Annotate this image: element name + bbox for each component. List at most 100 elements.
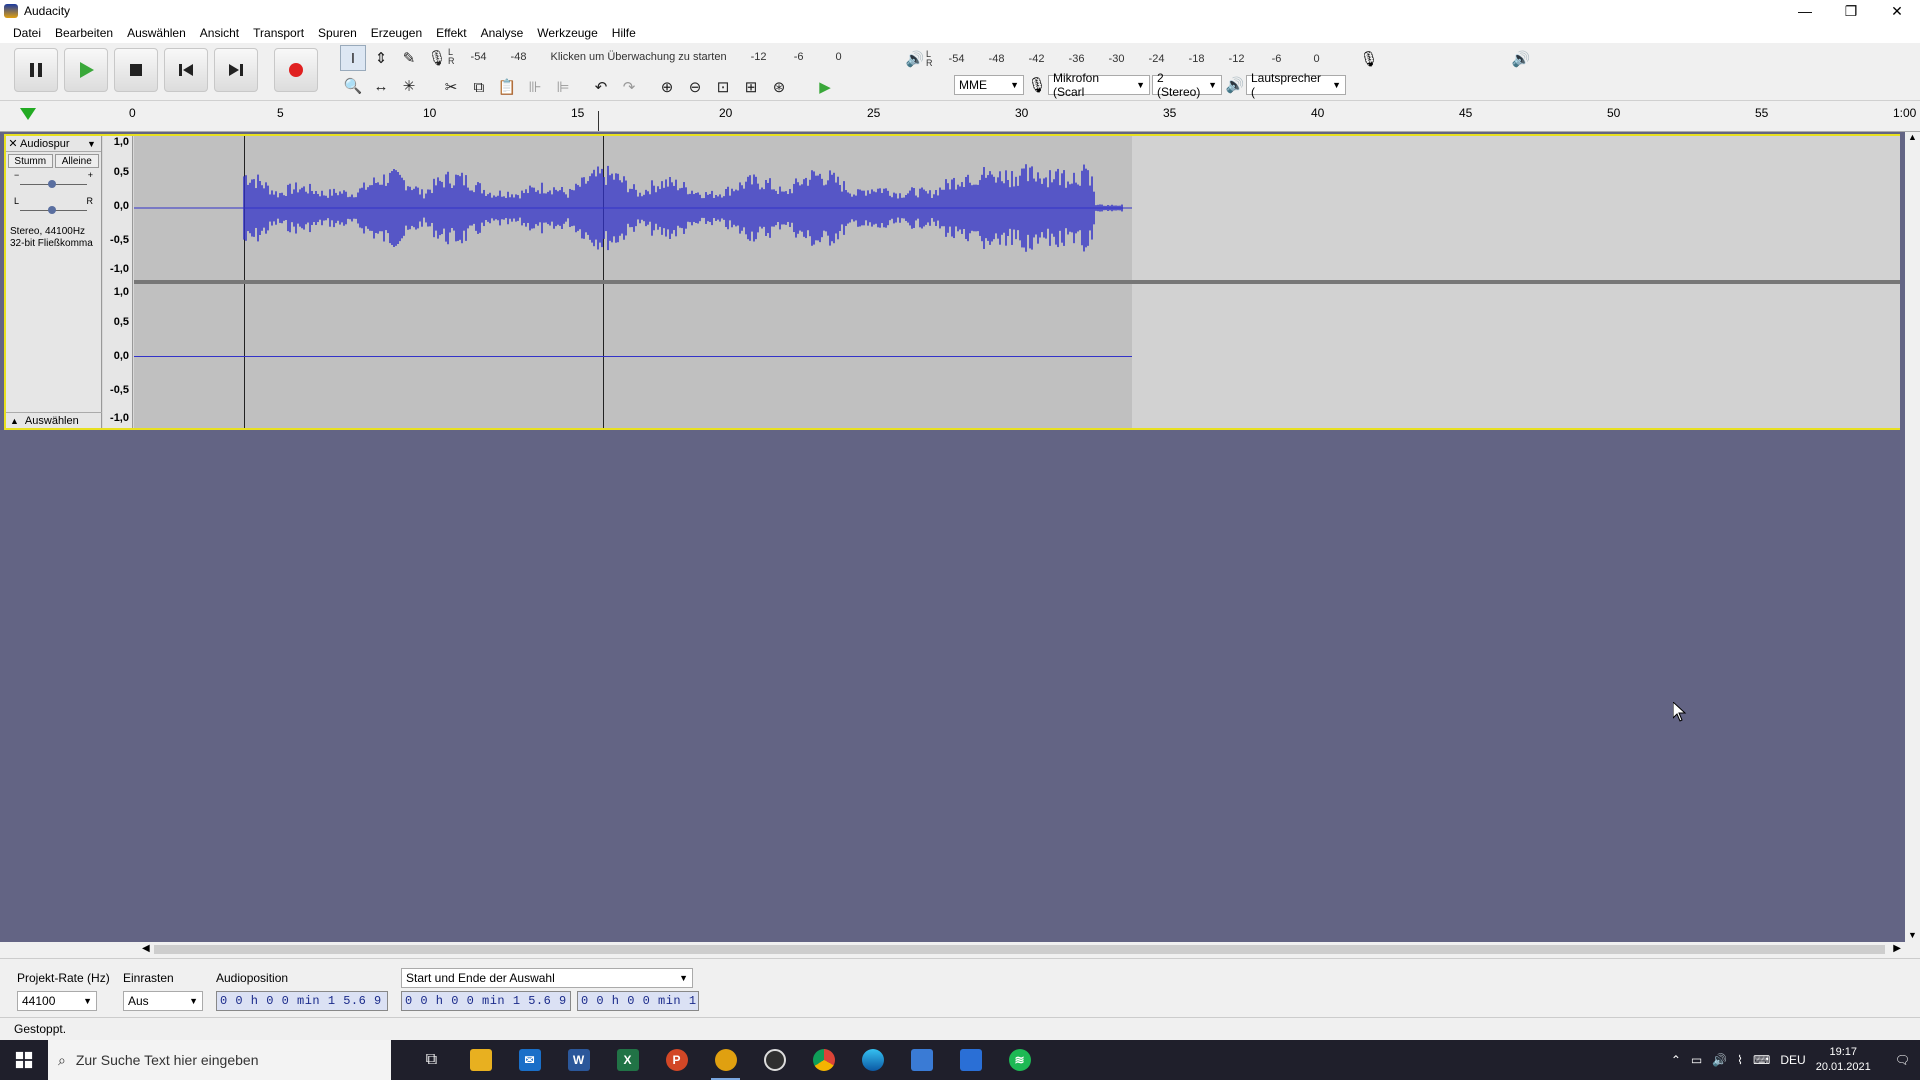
menu-analyze[interactable]: Analyse: [474, 26, 531, 40]
mute-button[interactable]: Stumm: [8, 154, 53, 168]
scroll-left-icon[interactable]: ◀: [142, 943, 150, 954]
powerpoint-icon[interactable]: P: [652, 1040, 701, 1080]
audacity-icon[interactable]: [701, 1040, 750, 1080]
chevron-down-icon[interactable]: ▼: [87, 139, 101, 149]
vertical-scale[interactable]: 1,0 0,5 0,0 -0,5 -1,0 1,0 0,5 0,0 -0,5 -…: [103, 136, 133, 428]
menu-file[interactable]: Datei: [6, 26, 48, 40]
track-select-button[interactable]: ▲ Auswählen: [6, 412, 102, 428]
scroll-up-icon[interactable]: ▲: [1905, 132, 1920, 142]
track-name-menu[interactable]: Audiospur: [20, 138, 87, 150]
left-channel[interactable]: [134, 136, 1900, 280]
clock[interactable]: 19:17 20.01.2021: [1816, 1045, 1871, 1075]
language-indicator[interactable]: DEU: [1780, 1053, 1805, 1067]
menu-help[interactable]: Hilfe: [605, 26, 643, 40]
right-channel[interactable]: [134, 284, 1900, 428]
skip-to-end-button[interactable]: [214, 48, 258, 92]
pause-button[interactable]: [14, 48, 58, 92]
scroll-right-icon[interactable]: ▶: [1893, 943, 1901, 954]
cut-icon[interactable]: ✂: [438, 74, 464, 100]
record-button[interactable]: [274, 48, 318, 92]
chrome-icon[interactable]: [799, 1040, 848, 1080]
menu-select[interactable]: Auswählen: [120, 26, 193, 40]
calculator-icon[interactable]: [946, 1040, 995, 1080]
stop-button[interactable]: [114, 48, 158, 92]
channels-select[interactable]: 2 (Stereo) ▼: [1152, 71, 1222, 99]
skip-to-start-button[interactable]: [164, 48, 208, 92]
selection-start-field[interactable]: 0 0 h 0 0 min 1 5.6 9 4 sec: [401, 991, 571, 1011]
audio-host-select[interactable]: MME ▼: [954, 75, 1024, 95]
word-icon[interactable]: W: [554, 1040, 603, 1080]
menu-view[interactable]: Ansicht: [193, 26, 246, 40]
notepad-icon[interactable]: [897, 1040, 946, 1080]
scroll-thumb[interactable]: [154, 945, 1885, 954]
chevron-up-icon[interactable]: ⌃: [1671, 1053, 1681, 1067]
zoom-toggle-icon[interactable]: ⊛: [766, 74, 792, 100]
time-shift-tool-icon[interactable]: ↔: [368, 73, 394, 99]
notification-icon[interactable]: 🗨: [1895, 1053, 1910, 1067]
menu-edit[interactable]: Bearbeiten: [48, 26, 120, 40]
meet-now-icon[interactable]: ▭: [1691, 1053, 1702, 1067]
keyboard-icon[interactable]: ⌨: [1753, 1053, 1770, 1067]
silence-icon[interactable]: ⊫: [550, 74, 576, 100]
recording-meter[interactable]: LR -54 -48 Klicken um Überwachung zu sta…: [448, 48, 859, 66]
pin-playhead-icon[interactable]: [20, 108, 36, 120]
mic-icon[interactable]: 🎙: [424, 45, 450, 71]
timeline-ruler[interactable]: 0 5 10 15 20 25 30 35 40 45 50 55 1:00: [0, 102, 1920, 132]
project-rate-select[interactable]: 44100 ▼: [17, 991, 97, 1011]
audio-track[interactable]: ✕ Audiospur ▼ Stumm Alleine − + L R Ster…: [4, 134, 1900, 430]
vertical-scrollbar[interactable]: ▲ ▼: [1905, 132, 1920, 942]
minimize-button[interactable]: —: [1782, 0, 1828, 22]
taskbar-search-input[interactable]: ⌕ Zur Suche Text hier eingeben: [48, 1040, 391, 1080]
close-button[interactable]: ✕: [1874, 0, 1920, 22]
spotify-icon[interactable]: ≋: [995, 1040, 1044, 1080]
close-track-icon[interactable]: ✕: [6, 137, 20, 150]
input-device-select[interactable]: Mikrofon (Scarl ▼: [1048, 71, 1150, 99]
snap-select[interactable]: Aus ▼: [123, 991, 203, 1011]
menu-tracks[interactable]: Spuren: [311, 26, 364, 40]
zoom-in-icon[interactable]: ⊕: [654, 74, 680, 100]
volume-icon[interactable]: 🔊: [1712, 1053, 1727, 1067]
audio-position-field[interactable]: 0 0 h 0 0 min 1 5.6 9 4 sec: [216, 991, 388, 1011]
play-button[interactable]: [64, 48, 108, 92]
gain-slider[interactable]: − +: [14, 170, 93, 194]
multi-tool-icon[interactable]: ✳: [396, 73, 422, 99]
paste-icon[interactable]: 📋: [494, 74, 520, 100]
collapse-icon[interactable]: ▲: [10, 416, 19, 426]
play-at-speed-slider[interactable]: [846, 74, 930, 226]
fit-project-icon[interactable]: ⊞: [738, 74, 764, 100]
file-explorer-icon[interactable]: [456, 1040, 505, 1080]
zoom-tool-icon[interactable]: 🔍: [340, 73, 366, 99]
menu-generate[interactable]: Erzeugen: [364, 26, 429, 40]
maximize-button[interactable]: ❐: [1828, 0, 1874, 22]
waveform-area[interactable]: [134, 136, 1900, 428]
edge-icon[interactable]: [848, 1040, 897, 1080]
selection-mode-select[interactable]: Start und Ende der Auswahl ▼: [401, 968, 693, 988]
copy-icon[interactable]: ⧉: [466, 74, 492, 100]
scroll-down-icon[interactable]: ▼: [1905, 930, 1920, 940]
selection-end-field[interactable]: 0 0 h 0 0 min 1 5.6 9: [577, 991, 699, 1011]
undo-icon[interactable]: ↶: [588, 74, 614, 100]
horizontal-scrollbar[interactable]: ◀ ▶: [140, 942, 1905, 957]
pan-slider[interactable]: L R: [14, 196, 93, 220]
draw-tool-icon[interactable]: ✎: [396, 45, 422, 71]
obs-icon[interactable]: [750, 1040, 799, 1080]
monitoring-hint[interactable]: Klicken um Überwachung zu starten: [551, 51, 727, 63]
playback-volume-slider[interactable]: [1540, 48, 1668, 200]
fit-selection-icon[interactable]: ⊡: [710, 74, 736, 100]
envelope-tool-icon[interactable]: ⇕: [368, 45, 394, 71]
task-view-icon[interactable]: ⧉: [407, 1040, 456, 1080]
output-device-select[interactable]: Lautsprecher (▼: [1246, 71, 1346, 99]
mail-icon[interactable]: ✉: [505, 1040, 554, 1080]
excel-icon[interactable]: X: [603, 1040, 652, 1080]
menu-transport[interactable]: Transport: [246, 26, 311, 40]
solo-button[interactable]: Alleine: [54, 154, 99, 168]
play-at-speed-icon[interactable]: ▶: [812, 74, 838, 100]
network-icon[interactable]: ⌇: [1737, 1053, 1743, 1067]
menu-tools[interactable]: Werkzeuge: [530, 26, 604, 40]
windows-start-icon[interactable]: [0, 1040, 48, 1080]
redo-icon[interactable]: ↷: [616, 74, 642, 100]
zoom-out-icon[interactable]: ⊖: [682, 74, 708, 100]
playback-meter[interactable]: 🔊 LR -54 -48 -42 -36 -30 -24 -18 -12 -6 …: [904, 48, 1337, 70]
selection-tool-icon[interactable]: I: [340, 45, 366, 71]
menu-effect[interactable]: Effekt: [429, 26, 473, 40]
